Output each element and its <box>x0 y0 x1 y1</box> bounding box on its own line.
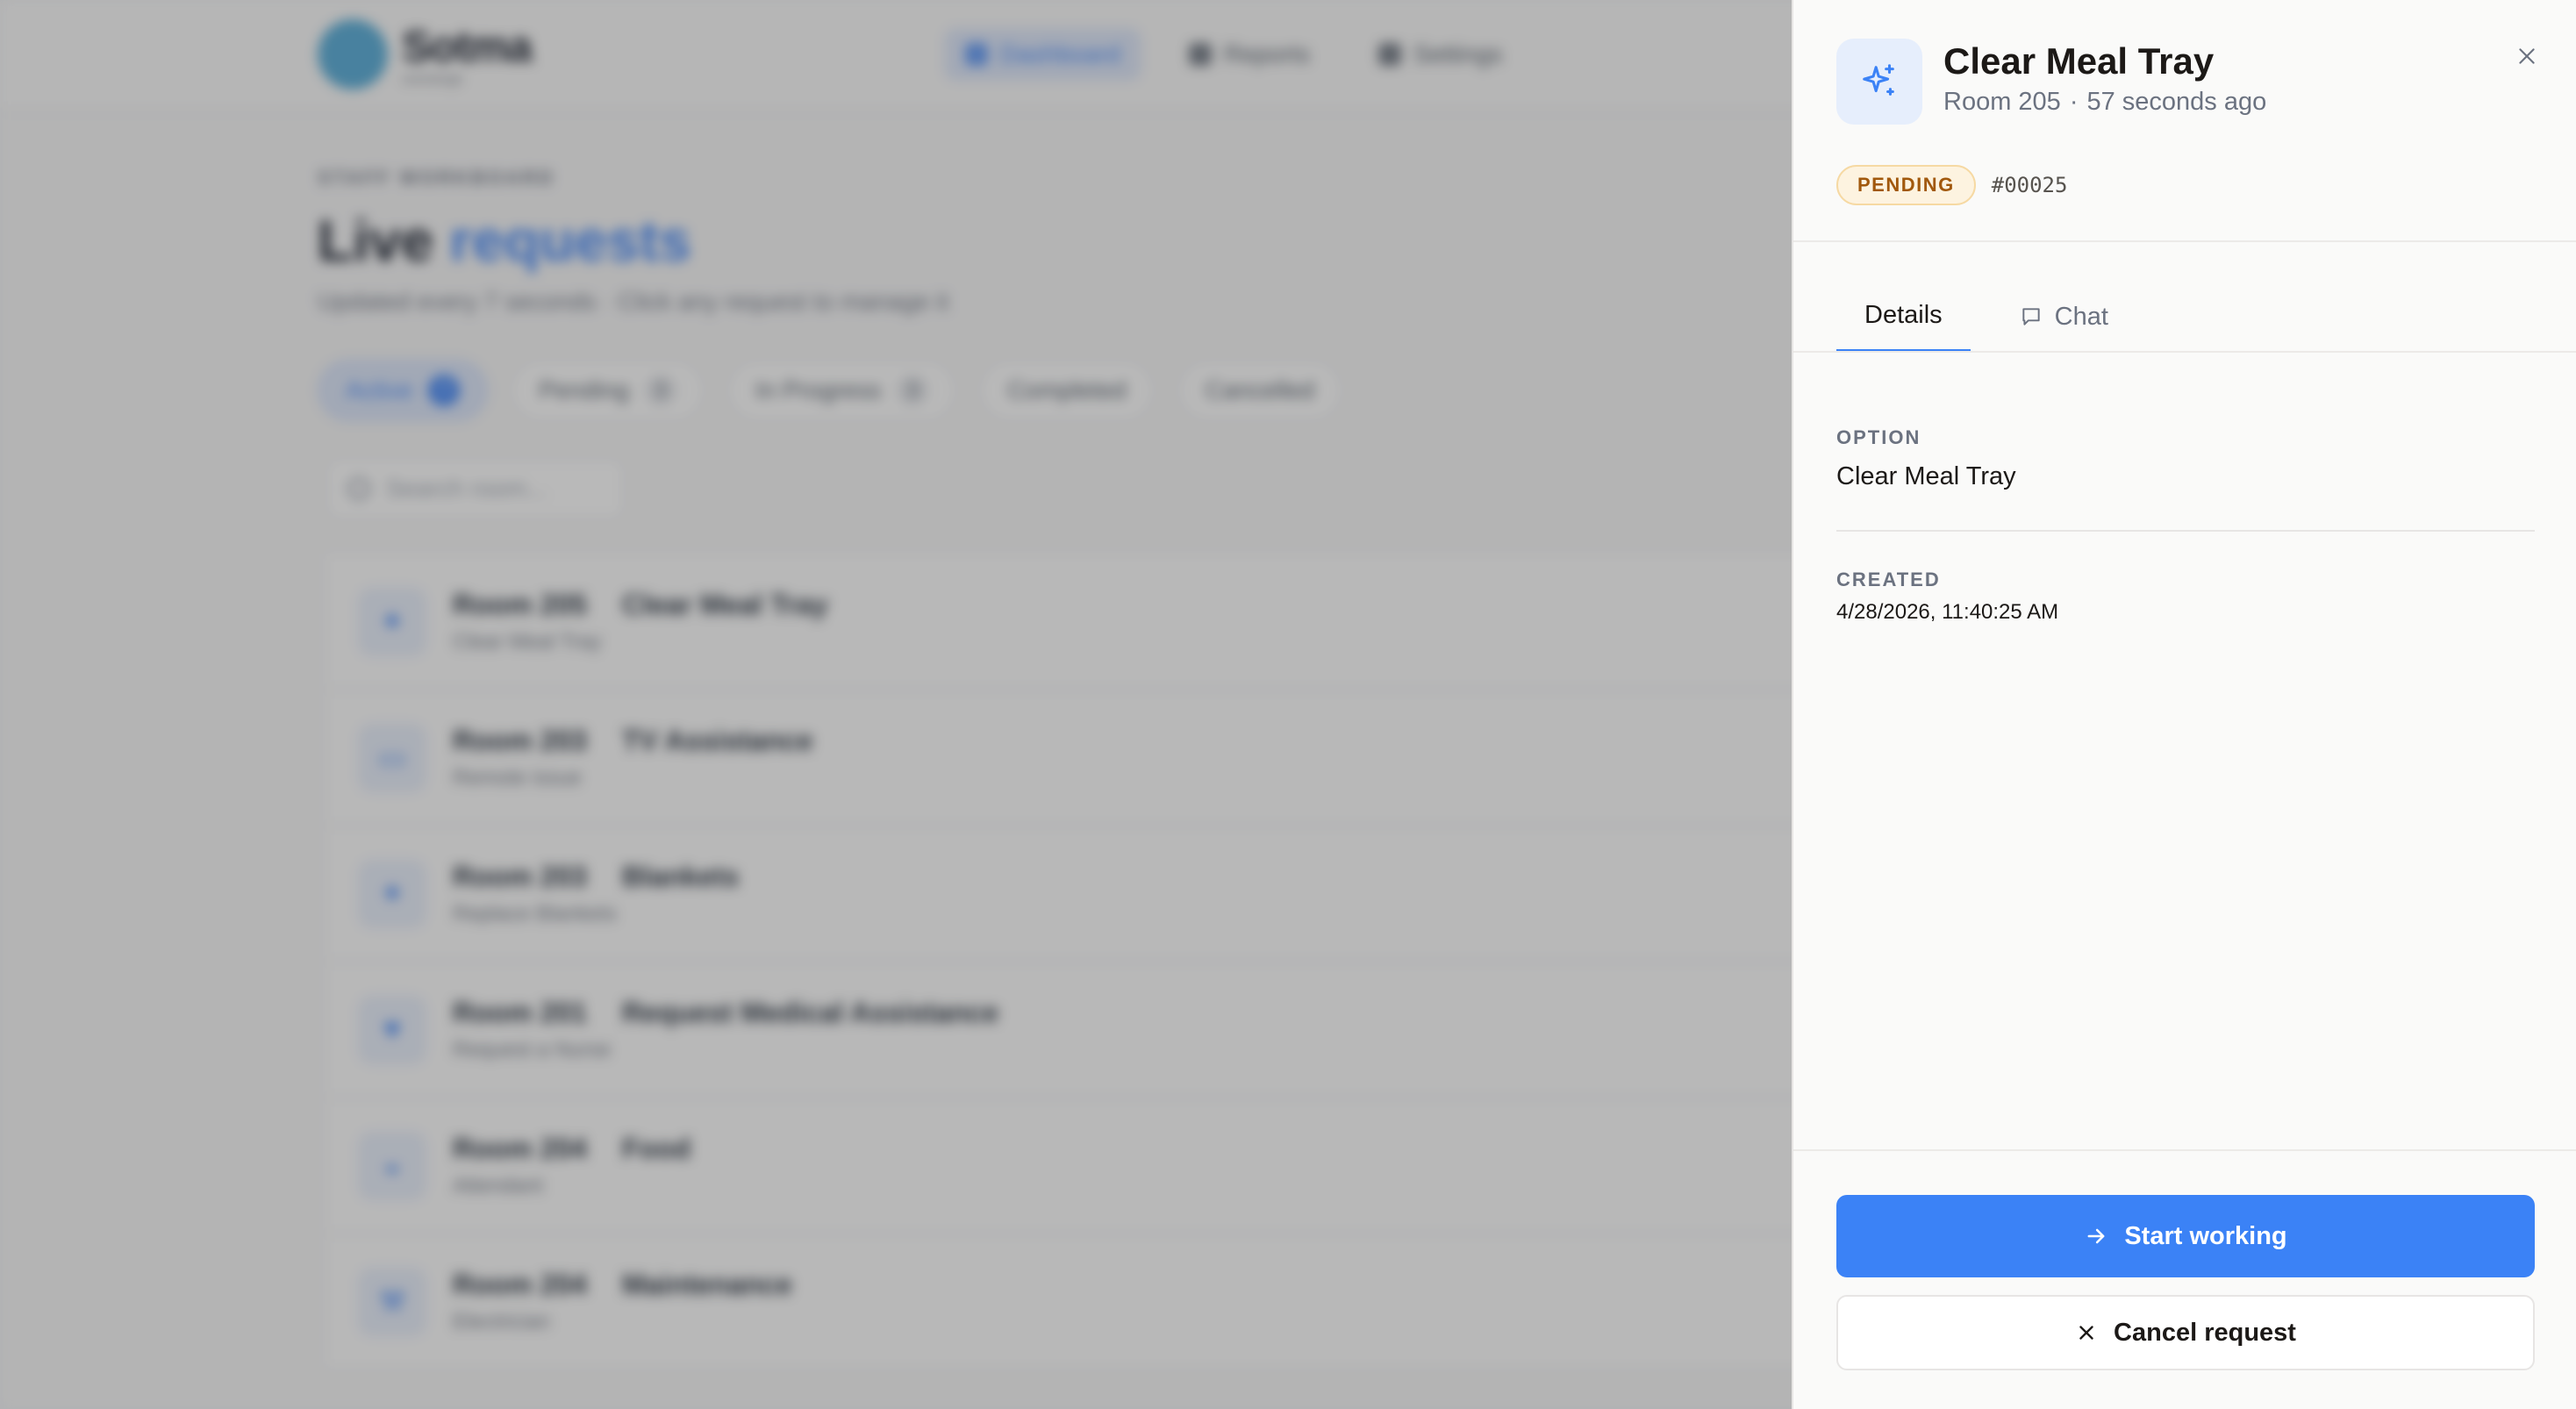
tab-label: Chat <box>2054 302 2108 331</box>
sparkle-icon <box>1836 39 1922 125</box>
modal-backdrop[interactable] <box>0 0 1792 1409</box>
start-working-button[interactable]: Start working <box>1836 1195 2535 1277</box>
request-id: #00025 <box>1991 173 2068 197</box>
created-value: 4/28/2026, 11:40:25 AM <box>1836 600 2059 624</box>
tab-details[interactable]: Details <box>1836 281 1971 353</box>
time-ago: 57 seconds ago <box>2086 88 2267 116</box>
button-label: Cancel request <box>2114 1318 2296 1347</box>
panel-tabs: Details Chat <box>1836 281 2136 353</box>
button-label: Start working <box>2124 1221 2287 1250</box>
panel-header: Clear Meal Tray Room 205 · 57 seconds ag… <box>1793 0 2576 242</box>
tabs-divider <box>1793 351 2576 353</box>
status-row: PENDING #00025 <box>1836 165 2067 205</box>
separator: · <box>2069 88 2079 116</box>
option-label: OPTION <box>1836 426 1921 448</box>
arrow-right-icon <box>2087 1228 2105 1244</box>
cancel-request-button[interactable]: Cancel request <box>1836 1295 2535 1370</box>
created-label: CREATED <box>1836 569 1941 590</box>
tab-chat[interactable]: Chat <box>1992 281 2136 353</box>
option-value: Clear Meal Tray <box>1836 462 2016 490</box>
request-detail-panel: Clear Meal Tray Room 205 · 57 seconds ag… <box>1792 0 2576 1409</box>
close-icon <box>2519 48 2535 64</box>
room-number: Room 205 <box>1943 88 2061 116</box>
close-button[interactable] <box>2509 39 2544 74</box>
panel-subtitle: Room 205 · 57 seconds ago <box>1943 88 2266 117</box>
status-badge: PENDING <box>1836 165 1976 205</box>
chat-icon <box>2022 308 2040 325</box>
tab-label: Details <box>1864 300 1943 329</box>
field-divider <box>1836 530 2535 532</box>
panel-footer: Start working Cancel request <box>1793 1149 2576 1409</box>
panel-title: Clear Meal Tray <box>1943 40 2215 82</box>
close-icon <box>2079 1326 2093 1340</box>
